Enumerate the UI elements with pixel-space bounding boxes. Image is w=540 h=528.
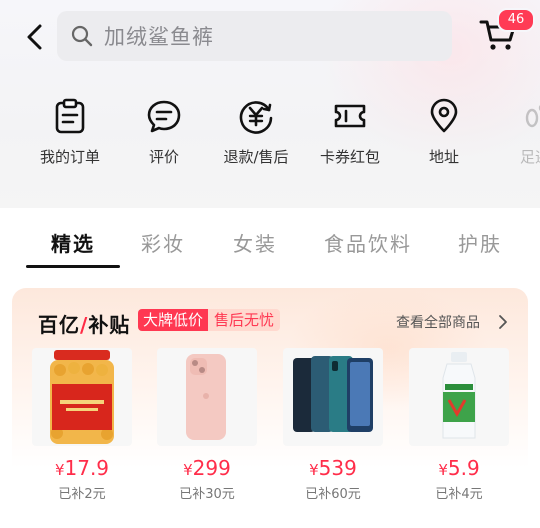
chevron-right-icon	[499, 315, 507, 329]
currency-symbol: ¥	[54, 461, 65, 479]
tag-big-brand-low-price: 大牌低价	[138, 309, 209, 331]
tab-food-drink[interactable]: 食品饮料	[324, 228, 412, 257]
price-value: 539	[318, 456, 357, 480]
search-icon	[71, 25, 93, 47]
reviews-button[interactable]: 评价	[119, 98, 209, 167]
product-subsidy-amount: 已补60元	[305, 487, 361, 502]
product-subsidy-amount: 已补4元	[435, 487, 483, 502]
tab-womens-wear[interactable]: 女装	[233, 228, 277, 257]
product-image-milk-drink-bottle	[409, 348, 509, 446]
orders-label: 我的订单	[39, 148, 100, 166]
search-input[interactable]: 加绒鲨鱼裤	[57, 11, 452, 61]
cart-count-badge: 46	[497, 8, 535, 32]
price-value: 17.9	[64, 456, 110, 480]
reviews-label: 评价	[148, 148, 179, 166]
brand-right-text: 补贴	[88, 313, 131, 337]
product-price: ¥17.9	[32, 456, 132, 480]
back-arrow-icon[interactable]	[22, 22, 48, 52]
subsidy-brand-title: 百亿/补贴	[38, 309, 130, 338]
product-subsidy-amount: 已补30元	[179, 487, 235, 502]
brand-left-text: 百亿	[38, 313, 80, 337]
product-image-pink-phone	[157, 348, 257, 446]
view-all-label: 查看全部商品	[396, 315, 480, 331]
refund-label: 退款/售后	[223, 148, 289, 166]
category-tabs: 精选 彩妆 女装 食品饮料 护肤	[0, 208, 540, 270]
tab-featured[interactable]: 精选	[51, 228, 95, 257]
tag-after-sale-worry-free: 售后无忧	[208, 309, 281, 331]
address-button[interactable]: 地址	[399, 98, 489, 167]
address-label: 地址	[428, 148, 459, 166]
product-card[interactable]: ¥539 已补60元	[283, 348, 383, 502]
product-image-android-phones	[283, 348, 383, 446]
tab-makeup[interactable]: 彩妆	[141, 228, 185, 257]
quick-actions-row: 我的订单 评价 退款/售后 卡券红包 地址 足	[0, 98, 540, 178]
product-price: ¥5.9	[409, 456, 509, 480]
footprint-button[interactable]: 足迹	[490, 98, 540, 167]
product-card[interactable]: ¥17.9 已补2元	[32, 348, 132, 502]
subsidy-card: 百亿/补贴 大牌低价 售后无忧 查看全部商品 ¥17.9 已补2元 ¥299 已…	[12, 288, 528, 528]
coupons-button[interactable]: 卡券红包	[305, 98, 395, 167]
footprint-icon	[525, 105, 540, 128]
footprint-label: 足迹	[519, 148, 540, 166]
refund-button[interactable]: 退款/售后	[211, 98, 301, 167]
price-value: 299	[192, 456, 231, 480]
clipboard-icon	[55, 98, 85, 134]
product-image-snack-jar	[32, 348, 132, 446]
refund-yen-icon	[239, 101, 273, 134]
tab-skincare[interactable]: 护肤	[458, 228, 502, 257]
product-subsidy-amount: 已补2元	[58, 487, 106, 502]
ticket-icon	[334, 104, 366, 128]
product-price: ¥299	[157, 456, 257, 480]
currency-symbol: ¥	[438, 461, 448, 479]
coupons-label: 卡券红包	[319, 148, 380, 166]
currency-symbol: ¥	[183, 461, 193, 479]
product-card[interactable]: ¥299 已补30元	[157, 348, 257, 502]
currency-symbol: ¥	[309, 461, 319, 479]
location-pin-icon	[430, 98, 458, 133]
product-price: ¥539	[283, 456, 383, 480]
active-tab-indicator	[26, 265, 120, 268]
product-card[interactable]: ¥5.9 已补4元	[409, 348, 509, 502]
search-placeholder: 加绒鲨鱼裤	[104, 25, 214, 49]
orders-button[interactable]: 我的订单	[25, 98, 115, 167]
comment-icon	[147, 100, 181, 133]
price-value: 5.9	[447, 456, 480, 480]
view-all-products-link[interactable]: 查看全部商品	[396, 312, 507, 332]
